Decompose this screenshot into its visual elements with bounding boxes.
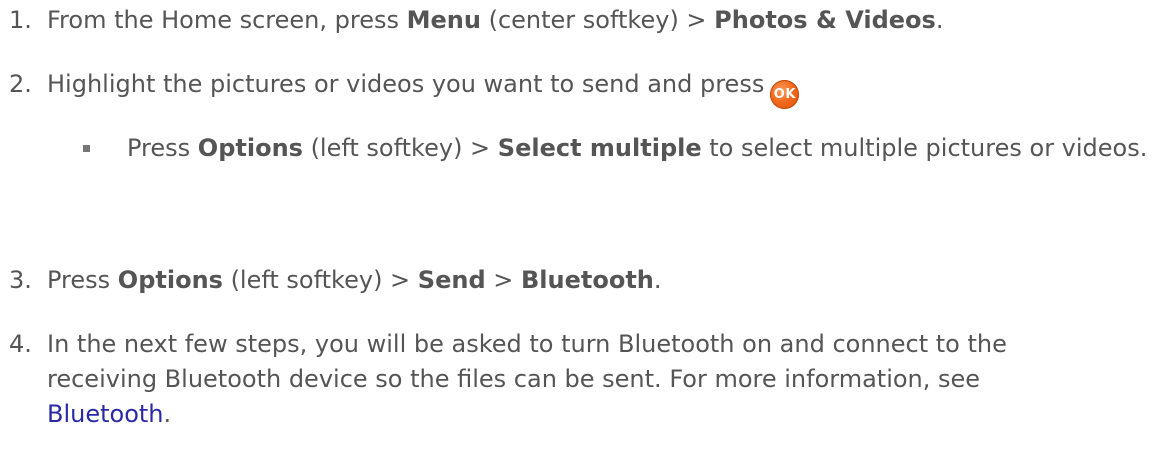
step-number: 4. [9,330,32,358]
step-text: From the Home screen, press Menu (center… [47,3,943,38]
text-segment: Press [47,266,118,294]
bluetooth-label: Bluetooth [521,266,654,294]
text-segment: (center softkey) > [480,6,715,34]
text-segment: . [653,266,662,294]
bullet-text: Press Options (left softkey) > Select mu… [127,131,1152,166]
text-segment: . [163,400,172,428]
text-line: In the next few steps, you will be asked… [47,330,1007,358]
step-text: In the next few steps, you will be asked… [47,327,1007,432]
step-number: 1. [9,6,32,34]
text-segment: Highlight the pictures or videos you wan… [47,70,765,98]
options-label: Options [197,134,303,162]
text-segment: From the Home screen, press [47,6,407,34]
ok-button-icon: OK [770,80,800,109]
text-segment: . [935,6,944,34]
text-line: receiving Bluetooth device so the files … [47,365,981,393]
step-text: Press Options (left softkey) > Send > Bl… [47,263,662,298]
select-multiple-label: Select multiple [497,134,702,162]
step-number: 3. [9,266,32,294]
square-bullet-icon [83,145,90,152]
photos-videos-label: Photos & Videos [714,6,936,34]
step-text: Highlight the pictures or videos you wan… [47,67,800,109]
menu-label: Menu [406,6,481,34]
text-segment: > [485,266,521,294]
options-label: Options [117,266,223,294]
text-segment: Press [127,134,198,162]
text-segment: to select multiple pictures or videos. [701,134,1148,162]
text-segment: (left softkey) > [222,266,418,294]
step-number: 2. [9,70,32,98]
send-label: Send [417,266,486,294]
bluetooth-link[interactable]: Bluetooth [47,400,164,428]
text-segment: (left softkey) > [302,134,498,162]
